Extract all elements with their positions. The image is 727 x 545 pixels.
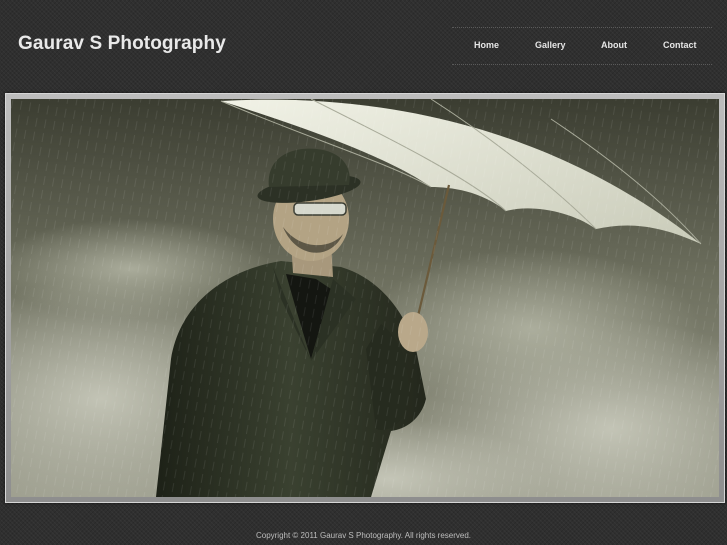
main-nav: Home Gallery About Contact (452, 27, 712, 65)
footer-copyright: Copyright © 2011 Gaurav S Photography. A… (255, 531, 472, 540)
hero-photo-frame (5, 93, 725, 503)
hero-photo (11, 99, 719, 497)
nav-home-link[interactable]: Home (474, 40, 499, 50)
site-title: Gaurav S Photography (18, 33, 226, 54)
nav-about-link[interactable]: About (601, 40, 627, 50)
nav-gallery-link[interactable]: Gallery (535, 40, 566, 50)
nav-contact-link[interactable]: Contact (663, 40, 697, 50)
